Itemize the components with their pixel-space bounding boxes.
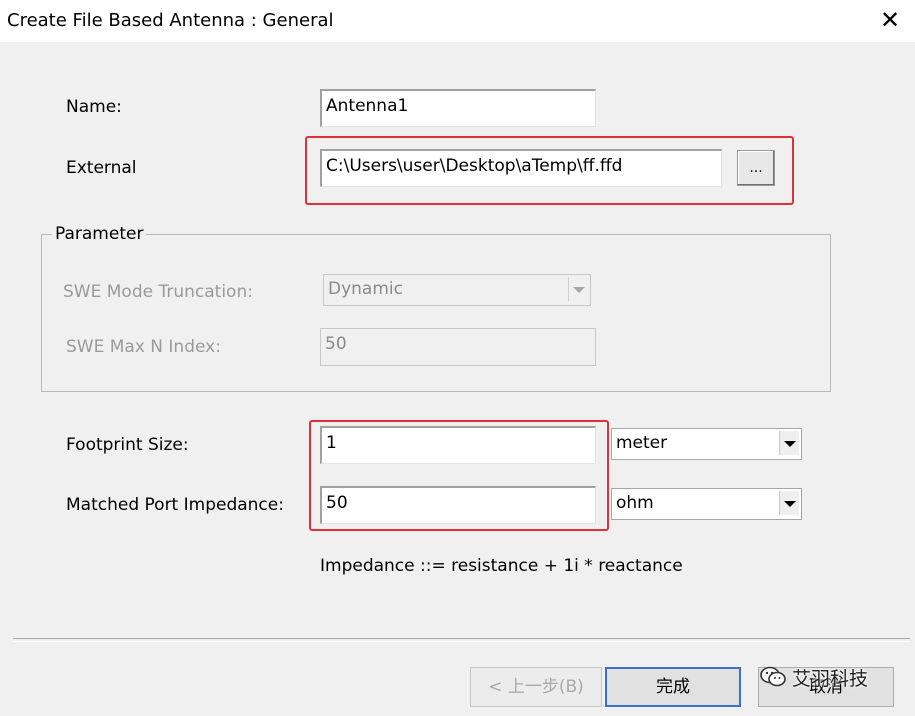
parameter-group-label: Parameter [52,224,147,244]
parameter-group [41,234,831,392]
back-button[interactable]: < 上一步(B) [470,667,602,707]
watermark-text: 艾羽科技 [792,667,869,690]
footprint-unit-select[interactable]: meter [611,428,802,460]
swe-max-n-index-input: 50 [320,328,596,366]
name-input[interactable]: Antenna1 [320,89,596,127]
footprint-size-label: Footprint Size: [66,435,189,455]
impedance-note: Impedance ::= resistance + 1i * reactanc… [320,556,683,576]
window-title: Create File Based Antenna : General [7,10,334,31]
wechat-icon [760,666,786,688]
impedance-unit-select[interactable]: ohm [611,488,802,520]
watermark: 艾羽科技 [760,662,868,692]
finish-button[interactable]: 完成 [605,667,741,707]
close-icon[interactable]: ✕ [878,6,902,34]
highlight-footprint-impedance-box [309,420,609,531]
matched-port-impedance-label: Matched Port Impedance: [66,495,284,515]
external-label: External [66,158,137,178]
name-label: Name: [66,97,122,117]
swe-mode-truncation-select: Dynamic [323,274,591,306]
swe-mode-truncation-label: SWE Mode Truncation: [63,282,253,302]
footprint-unit-value: meter [616,433,668,453]
footer-divider [13,638,910,642]
chevron-down-icon [779,431,799,455]
chevron-down-icon [779,491,799,515]
swe-mode-truncation-value: Dynamic [328,279,403,299]
impedance-unit-value: ohm [616,493,654,513]
title-bar: Create File Based Antenna : General ✕ [0,0,915,42]
swe-max-n-index-label: SWE Max N Index: [66,337,221,357]
highlight-external-box [305,136,794,205]
chevron-down-icon [568,277,588,301]
